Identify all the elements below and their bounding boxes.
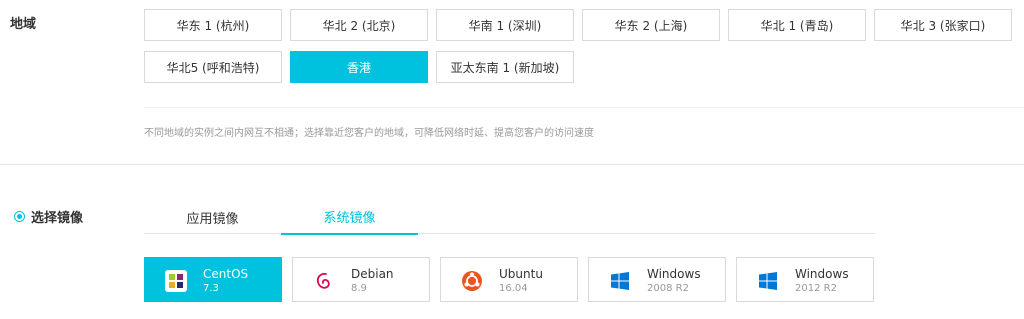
divider (144, 107, 1024, 108)
region-option-singapore[interactable]: 亚太东南 1 (新加坡) (436, 51, 574, 83)
tab-app-image[interactable]: 应用镜像 (144, 199, 281, 235)
os-card-ubuntu[interactable]: Ubuntu 16.04 (440, 257, 578, 302)
region-option-shanghai[interactable]: 华东 2 (上海) (582, 9, 720, 41)
radio-selected-icon (14, 211, 25, 222)
os-card-windows-2008[interactable]: Windows 2008 R2 (588, 257, 726, 302)
os-name: Debian (351, 267, 394, 281)
os-card-windows-2012[interactable]: Windows 2012 R2 (736, 257, 874, 302)
os-card-debian[interactable]: Debian 8.9 (292, 257, 430, 302)
os-version: 2012 R2 (795, 283, 837, 294)
os-card-centos[interactable]: CentOS 7.3 (144, 257, 282, 302)
region-label: 地域 (10, 17, 37, 32)
region-option-beijing[interactable]: 华北 2 (北京) (290, 9, 428, 41)
os-version: 8.9 (351, 283, 367, 294)
debian-icon (316, 272, 330, 289)
windows-icon (611, 272, 629, 290)
os-name: CentOS (203, 267, 249, 281)
windows-icon (759, 272, 777, 290)
os-name: Ubuntu (499, 267, 543, 281)
region-option-zhangjiakou[interactable]: 华北 3 (张家口) (874, 9, 1012, 41)
region-option-hohhot[interactable]: 华北5 (呼和浩特) (144, 51, 282, 83)
tab-system-image[interactable]: 系统镜像 (281, 199, 418, 235)
ubuntu-icon (462, 271, 482, 291)
region-option-hongkong[interactable]: 香港 (290, 51, 428, 83)
os-version: 16.04 (499, 283, 528, 294)
os-name: Windows (647, 267, 701, 281)
os-version: 7.3 (203, 283, 219, 294)
image-label-text: 选择镜像 (31, 211, 84, 226)
image-section-label: 选择镜像 (14, 207, 83, 226)
region-option-hangzhou[interactable]: 华东 1 (杭州) (144, 9, 282, 41)
region-option-qingdao[interactable]: 华北 1 (青岛) (728, 9, 866, 41)
region-hint: 不同地域的实例之间内网互不相通；选择靠近您客户的地域，可降低网络时延、提高您客户… (144, 128, 594, 139)
os-name: Windows (795, 267, 849, 281)
centos-icon (165, 270, 187, 292)
region-option-shenzhen[interactable]: 华南 1 (深圳) (436, 9, 574, 41)
section-divider (0, 164, 1024, 165)
os-version: 2008 R2 (647, 283, 689, 294)
